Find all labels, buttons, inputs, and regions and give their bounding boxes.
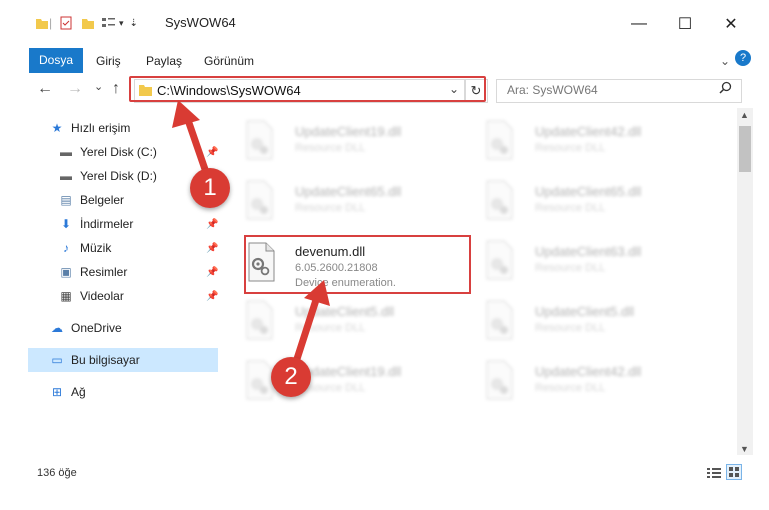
tiles-view-button[interactable] [726,464,742,480]
item-count: 136 öğe [37,467,77,479]
annotation-badge-2: 2 [271,357,311,397]
bottom-strip [0,487,769,510]
arrowhead-1 [172,100,200,128]
status-bar [0,455,769,485]
tiles-view-icon [729,467,739,477]
annotation-badge-1: 1 [190,168,230,208]
arrow-2 [292,296,320,366]
annotation-arrows [172,100,330,366]
details-view-icon[interactable] [706,466,722,480]
